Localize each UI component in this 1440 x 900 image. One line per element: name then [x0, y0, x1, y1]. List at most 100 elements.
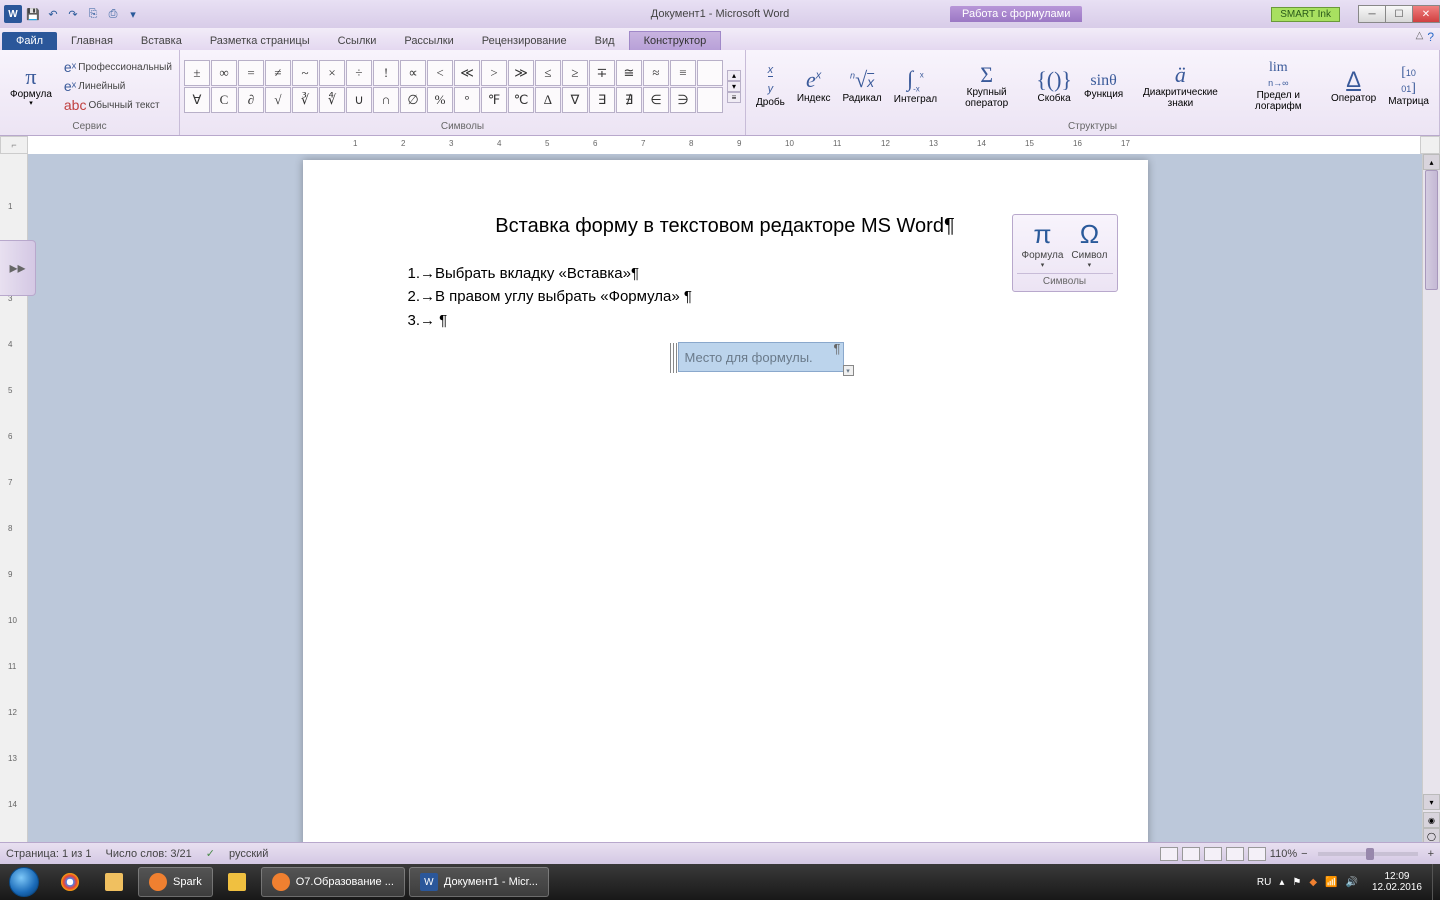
tray-up-icon[interactable]: ▴	[1275, 877, 1288, 888]
symbol-scroll-up[interactable]: ▴	[727, 70, 741, 81]
symbol-cell[interactable]: !	[373, 60, 399, 86]
symbol-scroll-down[interactable]: ▾	[727, 81, 741, 92]
symbol-cell[interactable]: √	[265, 87, 291, 113]
vertical-scrollbar[interactable]: ▴ ▾ ◉ ◯ ◉	[1422, 154, 1440, 860]
symbol-cell[interactable]: ∩	[373, 87, 399, 113]
tab-insert[interactable]: Вставка	[127, 32, 196, 50]
view-draft[interactable]	[1248, 847, 1266, 861]
tab-design[interactable]: Конструктор	[629, 31, 722, 50]
symbol-cell[interactable]: ∆	[535, 87, 561, 113]
symbol-cell[interactable]: ∈	[643, 87, 669, 113]
plain-text-option[interactable]: abcОбычный текст	[62, 96, 174, 114]
show-desktop-button[interactable]	[1432, 864, 1440, 900]
page-status[interactable]: Страница: 1 из 1	[6, 848, 92, 860]
page[interactable]: Вставка форму в текстовом редакторе MS W…	[303, 160, 1148, 860]
ruler-toggle[interactable]	[1420, 136, 1440, 154]
symbol-cell[interactable]: ≠	[265, 60, 291, 86]
taskbar-word[interactable]: WДокумент1 - Micr...	[409, 867, 549, 897]
taskbar-explorer[interactable]	[94, 867, 134, 897]
symbol-cell[interactable]: ≤	[535, 60, 561, 86]
symbol-cell[interactable]: ℃	[508, 87, 534, 113]
smart-ink-badge[interactable]: SMART Ink	[1271, 7, 1340, 22]
tray-lang[interactable]: RU	[1253, 877, 1275, 888]
symbol-cell[interactable]: ≥	[562, 60, 588, 86]
symbol-cell[interactable]: ∓	[589, 60, 615, 86]
symbol-expand[interactable]: ≡	[727, 92, 741, 103]
symbol-cell[interactable]: ∪	[346, 87, 372, 113]
integral-button[interactable]: ∫-xxИнтеграл	[888, 65, 943, 107]
close-button[interactable]: ✕	[1412, 5, 1440, 23]
mini-formula-button[interactable]: πФормула▾	[1022, 219, 1064, 269]
function-button[interactable]: sinθФункция	[1078, 70, 1129, 103]
taskbar-firefox[interactable]: О7.Образование ...	[261, 867, 405, 897]
zoom-level[interactable]: 110%	[1270, 848, 1297, 860]
symbol-cell[interactable]: ∞	[211, 60, 237, 86]
document-area[interactable]: Вставка форму в текстовом редакторе MS W…	[28, 154, 1422, 860]
symbol-cell[interactable]	[697, 60, 723, 86]
symbol-cell[interactable]: >	[481, 60, 507, 86]
symbol-cell[interactable]: ∝	[400, 60, 426, 86]
equation-handle-icon[interactable]	[670, 343, 679, 373]
view-web[interactable]	[1204, 847, 1222, 861]
maximize-button[interactable]: ☐	[1385, 5, 1413, 23]
view-fullscreen[interactable]	[1182, 847, 1200, 861]
symbol-cell[interactable]: ∄	[616, 87, 642, 113]
spellcheck-icon[interactable]: ✓	[206, 847, 215, 860]
large-operator-button[interactable]: ΣКрупный оператор	[943, 61, 1030, 111]
radical-button[interactable]: n√xРадикал	[836, 66, 887, 105]
symbol-cell[interactable]: ∂	[238, 87, 264, 113]
taskbar-app[interactable]	[217, 867, 257, 897]
matrix-button[interactable]: [1001]Матрица	[1382, 63, 1435, 109]
tab-layout[interactable]: Разметка страницы	[196, 32, 324, 50]
symbol-cell[interactable]: ≫	[508, 60, 534, 86]
symbol-cell[interactable]: ~	[292, 60, 318, 86]
zoom-slider[interactable]	[1318, 852, 1418, 856]
linear-option[interactable]: eˣЛинейный	[62, 77, 174, 95]
symbol-cell[interactable]: °	[454, 87, 480, 113]
symbol-cell[interactable]: ±	[184, 60, 210, 86]
ribbon-minimize-icon[interactable]: △	[1416, 30, 1424, 44]
symbol-cell[interactable]: <	[427, 60, 453, 86]
word-icon[interactable]: W	[4, 5, 22, 23]
scroll-thumb[interactable]	[1425, 170, 1438, 290]
start-button[interactable]	[0, 864, 48, 900]
qat-icon[interactable]: ⎙	[104, 5, 122, 23]
formula-button[interactable]: π Формула ▾	[4, 63, 58, 110]
help-icon[interactable]: ?	[1427, 30, 1434, 44]
tab-home[interactable]: Главная	[57, 32, 127, 50]
symbol-cell[interactable]: =	[238, 60, 264, 86]
tray-clock[interactable]: 12:09 12.02.2016	[1362, 871, 1432, 893]
symbol-cell[interactable]: ℉	[481, 87, 507, 113]
qat-icon[interactable]: ⎘	[84, 5, 102, 23]
symbol-cell[interactable]: ∃	[589, 87, 615, 113]
symbol-cell[interactable]: ∀	[184, 87, 210, 113]
mini-symbol-button[interactable]: ΩСимвол▾	[1071, 219, 1107, 269]
operator-button[interactable]: ΔОператор	[1325, 66, 1382, 105]
diacritic-button[interactable]: äДиакритические знаки	[1129, 61, 1231, 111]
tray-flag-icon[interactable]: ⚑	[1288, 877, 1305, 888]
zoom-out-button[interactable]: −	[1301, 848, 1307, 860]
symbol-cell[interactable]: ∅	[400, 87, 426, 113]
fraction-button[interactable]: xyДробь	[750, 62, 791, 110]
view-outline[interactable]	[1226, 847, 1244, 861]
taskbar-spark[interactable]: Spark	[138, 867, 213, 897]
symbol-cell[interactable]: ≡	[670, 60, 696, 86]
symbol-cell[interactable]: ∇	[562, 87, 588, 113]
word-count[interactable]: Число слов: 3/21	[106, 848, 192, 860]
symbol-cell[interactable]: C	[211, 87, 237, 113]
ruler-corner[interactable]: ⌐	[0, 136, 28, 154]
bracket-button[interactable]: {()}Скобка	[1030, 66, 1078, 105]
language-status[interactable]: русский	[229, 848, 268, 860]
symbol-cell[interactable]: ∜	[319, 87, 345, 113]
symbol-cell[interactable]: ∋	[670, 87, 696, 113]
symbol-cell[interactable]: ≪	[454, 60, 480, 86]
symbol-cell[interactable]: ÷	[346, 60, 372, 86]
professional-option[interactable]: eˣПрофессиональный	[62, 58, 174, 76]
symbol-cell[interactable]	[697, 87, 723, 113]
minimize-button[interactable]: ─	[1358, 5, 1386, 23]
prev-page-button[interactable]: ◉	[1423, 812, 1440, 828]
qat-dropdown-icon[interactable]: ▾	[124, 5, 142, 23]
tray-volume-icon[interactable]: 🔊	[1341, 877, 1361, 888]
index-button[interactable]: exИндекс	[791, 66, 837, 105]
navigation-pane-tab[interactable]: ▸▸	[0, 240, 36, 296]
